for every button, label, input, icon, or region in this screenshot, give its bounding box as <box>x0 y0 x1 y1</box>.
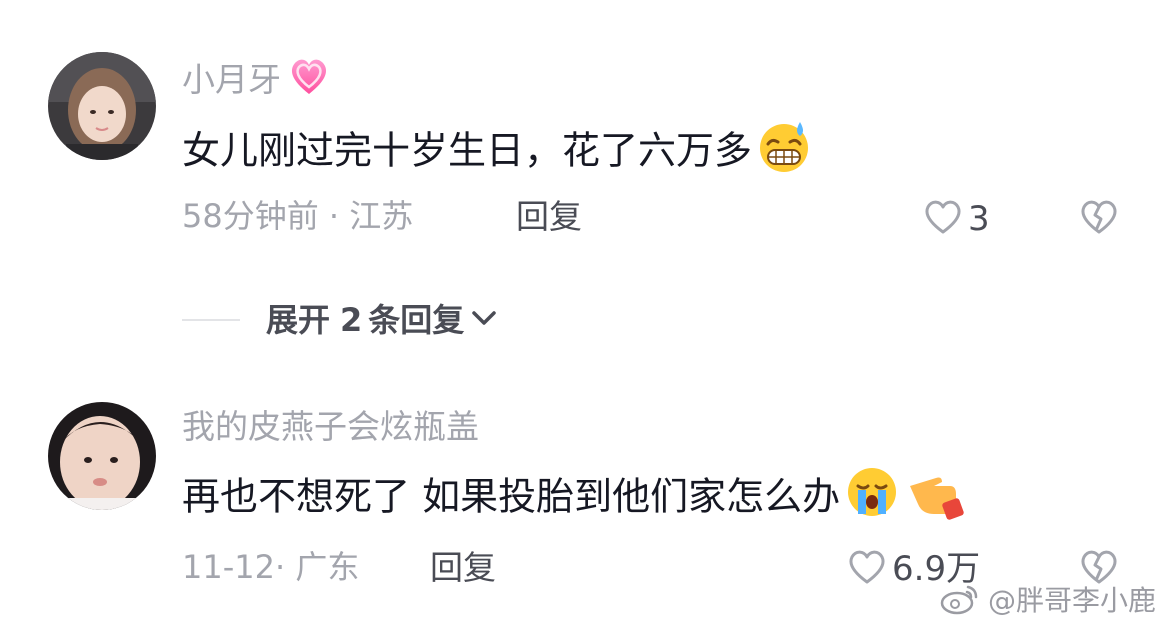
meta-separator: · <box>328 197 340 235</box>
pointing-hand-icon <box>904 464 964 526</box>
chevron-down-icon <box>468 305 500 335</box>
expand-unit: 条回复 <box>368 301 465 339</box>
comment-meta: 11-12· 广东 <box>182 551 359 583</box>
broken-heart-icon <box>1078 200 1120 240</box>
expand-label: 展开 <box>266 301 331 339</box>
like-button[interactable]: 3 <box>922 198 990 240</box>
watermark-text: @胖哥李小鹿 <box>987 584 1156 617</box>
weibo-logo-icon <box>940 583 980 619</box>
comment-text: 女儿刚过完十岁生日，花了六万多 <box>182 122 812 180</box>
like-count: 3 <box>968 199 990 239</box>
expand-divider <box>182 319 240 321</box>
comment-text-content: 女儿刚过完十岁生日，花了六万多 <box>182 128 753 173</box>
avatar[interactable] <box>48 52 156 160</box>
comment-text: 再也不想死了 如果投胎到他们家怎么办 <box>182 468 964 526</box>
comment-time: 58分钟前 <box>182 197 319 235</box>
avatar[interactable] <box>48 402 156 510</box>
comment-location: 江苏 <box>349 197 414 235</box>
comment-time: 11-12 <box>182 548 275 586</box>
comment-meta: 58分钟前 · 江苏 <box>182 200 413 232</box>
loudly-crying-icon <box>844 464 900 526</box>
grinning-sweat-icon <box>756 118 812 180</box>
pink-heart-icon <box>287 56 331 101</box>
comment-location: 广东 <box>295 548 360 586</box>
avatar-photo <box>48 52 156 160</box>
like-count: 6.9万 <box>892 549 981 589</box>
expand-count: 2 <box>340 301 363 339</box>
reply-button[interactable]: 回复 <box>516 200 582 233</box>
comment-username[interactable]: 我的皮燕子会炫瓶盖 <box>182 410 479 443</box>
username-text: 我的皮燕子会炫瓶盖 <box>182 407 479 446</box>
reply-button[interactable]: 回复 <box>430 551 496 584</box>
avatar-photo <box>48 402 156 510</box>
watermark: @胖哥李小鹿 <box>940 583 1156 619</box>
username-text: 小月牙 <box>182 60 281 99</box>
heart-outline-icon <box>922 198 964 240</box>
expand-replies[interactable]: 展开 2 条回复 <box>182 304 500 336</box>
comment-text-content: 再也不想死了 如果投胎到他们家怎么办 <box>182 474 841 519</box>
comment-section: 小月牙 女儿刚过完十岁生日，花了六万多 58分钟前 · 江苏 回复 3 展开 2… <box>0 0 1170 629</box>
heart-outline-icon <box>846 548 888 590</box>
meta-separator: · <box>274 548 286 586</box>
dislike-button[interactable] <box>1078 198 1120 240</box>
comment-username[interactable]: 小月牙 <box>182 59 331 101</box>
